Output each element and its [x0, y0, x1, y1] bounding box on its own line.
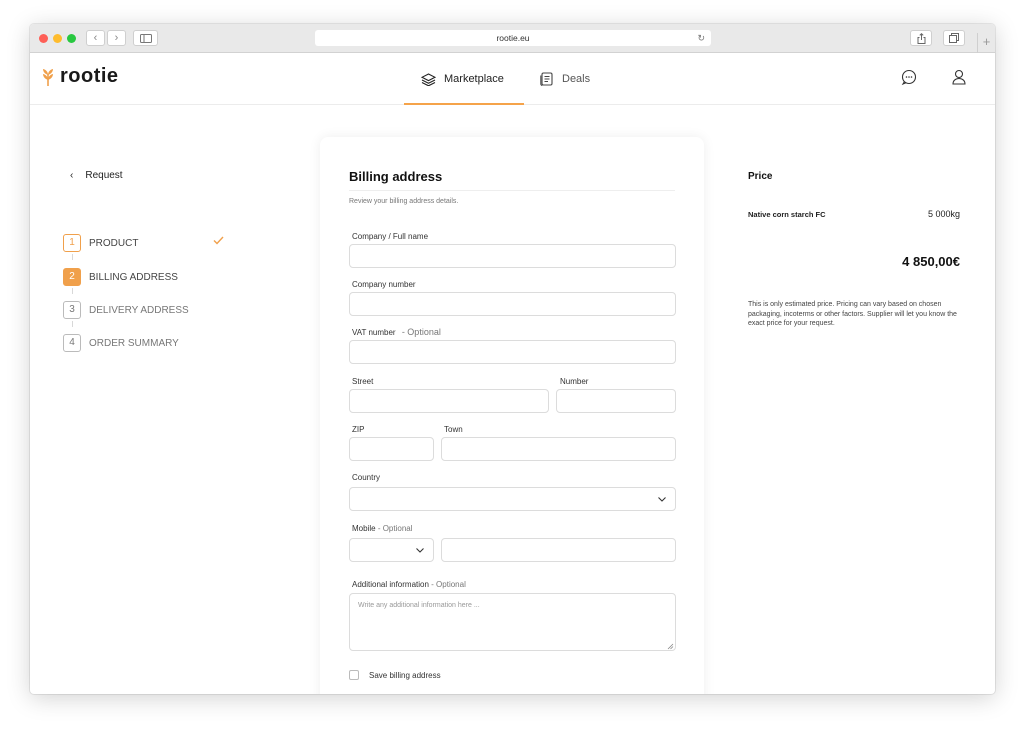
chevron-down-icon: [416, 548, 424, 553]
step-number: 1: [63, 234, 81, 252]
step-connector: [72, 288, 73, 294]
browser-window: ‹ › rootie.eu ↻ + rootie Marketplace Dea…: [30, 24, 995, 694]
additional-info-label-text: Additional information: [352, 580, 429, 589]
mobile-label: Mobile - Optional: [352, 524, 413, 533]
nav-tab-label: Deals: [562, 73, 591, 85]
mobile-label-text: Mobile: [352, 524, 376, 533]
company-label: Company / Full name: [352, 232, 429, 241]
country-label: Country: [352, 473, 381, 482]
browser-back-button[interactable]: ‹: [86, 30, 105, 46]
additional-info-label: Additional information - Optional: [352, 580, 466, 589]
chevron-down-icon: [658, 497, 666, 502]
maximize-window-button[interactable]: [67, 34, 76, 43]
chevron-left-icon: ‹: [70, 170, 74, 181]
chat-icon[interactable]: [900, 68, 918, 86]
step-number: 4: [63, 334, 81, 352]
step-connector: [72, 254, 73, 260]
title-divider: [349, 190, 675, 191]
vat-optional-text: - Optional: [401, 327, 441, 337]
close-window-button[interactable]: [39, 34, 48, 43]
user-icon[interactable]: [950, 68, 968, 86]
step-label: DELIVERY ADDRESS: [89, 304, 189, 316]
phone-prefix-select[interactable]: [349, 538, 434, 562]
save-billing-address-label: Save billing address: [369, 670, 441, 680]
price-total: 4 850,00€: [902, 254, 960, 269]
town-label: Town: [444, 425, 463, 434]
minimize-window-button[interactable]: [53, 34, 62, 43]
vat-label: VAT number - Optional: [352, 327, 441, 337]
form-subtitle: Review your billing address details.: [349, 198, 459, 205]
share-icon: [917, 32, 925, 44]
document-icon: [540, 72, 553, 86]
town-input[interactable]: [441, 437, 676, 461]
save-billing-address-checkbox[interactable]: [349, 670, 359, 680]
back-to-request-link[interactable]: ‹ Request: [70, 170, 123, 181]
save-billing-address-row[interactable]: Save billing address: [349, 670, 441, 680]
share-button[interactable]: [910, 30, 932, 46]
street-number-input[interactable]: [556, 389, 676, 413]
check-icon: [213, 236, 224, 245]
street-input[interactable]: [349, 389, 549, 413]
step-label: PRODUCT: [89, 237, 139, 249]
form-title: Billing address: [349, 169, 443, 184]
url-text: rootie.eu: [496, 33, 530, 43]
step-connector: [72, 321, 73, 327]
tabs-icon: [949, 33, 959, 43]
number-label: Number: [560, 377, 589, 386]
step-order-summary[interactable]: 4 ORDER SUMMARY: [63, 334, 179, 352]
rootie-logo[interactable]: rootie: [40, 65, 119, 88]
price-item-name: Native corn starch FC: [748, 210, 826, 219]
additional-info-textarea[interactable]: [349, 593, 676, 651]
price-title: Price: [748, 171, 773, 182]
step-label: BILLING ADDRESS: [89, 271, 178, 283]
browser-forward-button[interactable]: ›: [107, 30, 126, 46]
mobile-number-input[interactable]: [441, 538, 676, 562]
billing-form-card: Billing address Review your billing addr…: [320, 137, 704, 694]
wheat-icon: [43, 68, 53, 86]
company-name-input[interactable]: [349, 244, 676, 268]
address-bar[interactable]: rootie.eu ↻: [315, 30, 711, 46]
tab-overview-button[interactable]: [943, 30, 965, 46]
vat-number-input[interactable]: [349, 340, 676, 364]
step-number: 2: [63, 268, 81, 286]
browser-toolbar: ‹ › rootie.eu ↻ +: [30, 24, 995, 53]
sidebar-toggle-button[interactable]: [133, 30, 158, 46]
street-label: Street: [352, 377, 374, 386]
company-number-input[interactable]: [349, 292, 676, 316]
additional-optional-text: - Optional: [431, 580, 466, 589]
resize-handle-icon[interactable]: [667, 643, 674, 650]
price-item-quantity: 5 000kg: [927, 209, 960, 219]
country-select[interactable]: [349, 487, 676, 511]
company-number-label: Company number: [352, 280, 416, 289]
nav-tab-label: Marketplace: [444, 73, 504, 85]
back-link-label: Request: [85, 170, 123, 181]
step-delivery-address[interactable]: 3 DELIVERY ADDRESS: [63, 301, 189, 319]
sidebar-icon: [139, 34, 152, 43]
reload-icon[interactable]: ↻: [697, 30, 705, 46]
logo-text: rootie: [60, 65, 119, 87]
active-tab-indicator: [404, 103, 524, 105]
step-product[interactable]: 1 PRODUCT: [63, 234, 138, 252]
nav-tab-deals[interactable]: Deals: [540, 53, 590, 105]
nav-tab-marketplace[interactable]: Marketplace: [421, 53, 504, 105]
step-number: 3: [63, 301, 81, 319]
zip-label: ZIP: [352, 425, 365, 434]
price-disclaimer: This is only estimated price. Pricing ca…: [748, 301, 957, 327]
new-tab-button[interactable]: +: [977, 33, 995, 53]
vat-label-text: VAT number: [352, 328, 396, 337]
step-billing-address[interactable]: 2 BILLING ADDRESS: [63, 268, 178, 286]
app-header: rootie Marketplace Deals: [30, 53, 995, 105]
zip-input[interactable]: [349, 437, 434, 461]
mobile-optional-text: - Optional: [377, 524, 413, 533]
layers-icon: [421, 72, 436, 86]
step-label: ORDER SUMMARY: [89, 337, 179, 349]
